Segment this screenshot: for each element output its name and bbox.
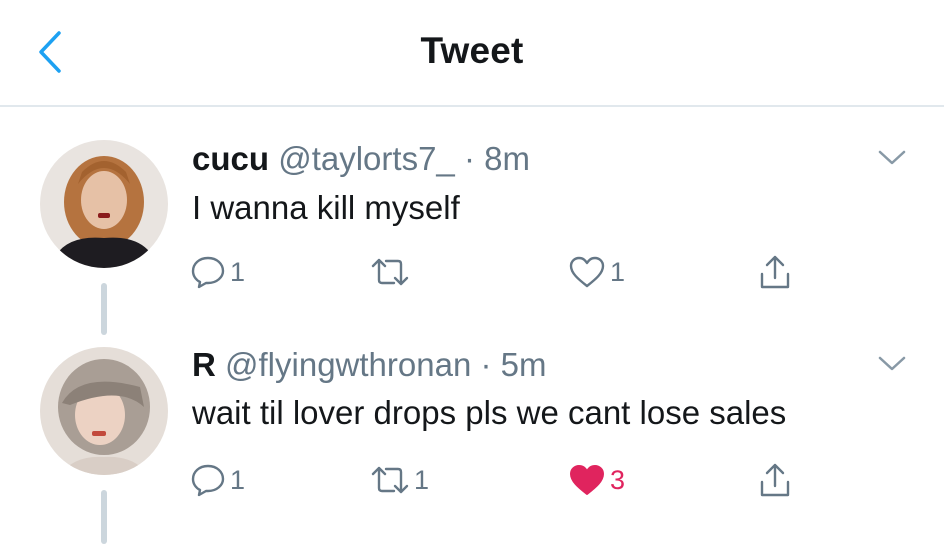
retweet-count: 1 (414, 464, 430, 495)
tweet-header: R @flyingwthronan · 5m (192, 346, 547, 384)
heart-outline-icon (569, 256, 605, 288)
share-icon (760, 463, 790, 497)
display-name[interactable]: cucu (192, 140, 269, 177)
retweet-icon (371, 466, 409, 494)
reply-count: 1 (230, 464, 246, 495)
avatar[interactable] (40, 140, 168, 268)
tweet-actions: 1 1 3 (190, 460, 810, 500)
heart-filled-icon (570, 465, 604, 495)
retweet-button[interactable] (370, 252, 414, 292)
like-count: 1 (610, 256, 626, 287)
chevron-down-icon (878, 356, 906, 371)
chevron-down-icon (878, 150, 906, 165)
nav-header: Tweet (0, 0, 944, 107)
display-name[interactable]: R (192, 346, 216, 383)
share-icon (760, 255, 790, 289)
like-count: 3 (610, 464, 626, 495)
timestamp[interactable]: 8m (484, 140, 530, 177)
timestamp[interactable]: 5m (501, 346, 547, 383)
retweet-button[interactable]: 1 (370, 460, 429, 500)
tweet-options-button[interactable] (874, 146, 910, 170)
share-button[interactable] (758, 252, 792, 292)
tweet-options-button[interactable] (874, 352, 910, 376)
avatar[interactable] (40, 347, 168, 475)
tweet-header: cucu @taylorts7_ · 8m (192, 140, 530, 178)
reply-icon (191, 464, 225, 497)
user-handle[interactable]: @taylorts7_ (278, 140, 455, 177)
reply-button[interactable]: 1 (190, 252, 245, 292)
tweet-text: wait til lover drops pls we cant lose sa… (192, 394, 787, 431)
thread-line (101, 283, 107, 335)
reply-count: 1 (230, 256, 246, 287)
retweet-icon (371, 258, 409, 286)
thread-line (101, 490, 107, 544)
page-title: Tweet (420, 30, 524, 71)
like-button[interactable]: 3 (568, 460, 625, 500)
meta-separator: · (463, 140, 475, 177)
user-handle[interactable]: @flyingwthronan (225, 346, 471, 383)
tweet-actions: 1 1 (190, 252, 810, 292)
like-button[interactable]: 1 (568, 252, 625, 292)
meta-separator: · (480, 346, 492, 383)
reply-icon (191, 256, 225, 289)
tweet-text: I wanna kill myself (192, 189, 460, 226)
share-button[interactable] (758, 460, 792, 500)
reply-button[interactable]: 1 (190, 460, 245, 500)
